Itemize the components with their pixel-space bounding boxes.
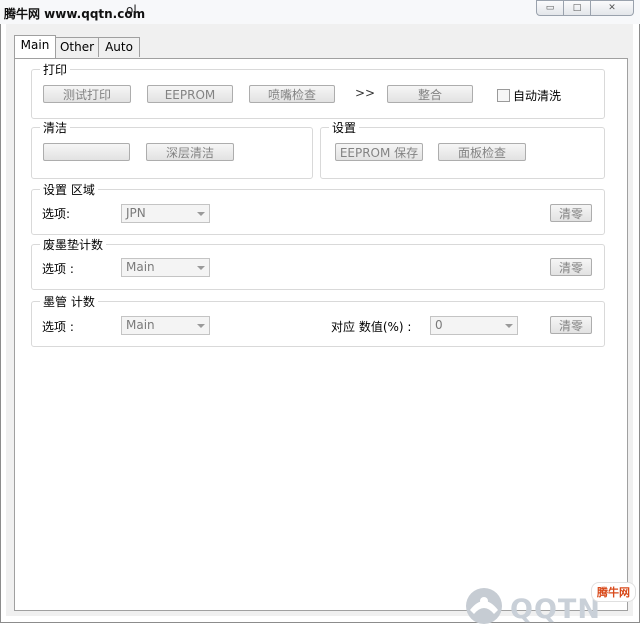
close-button[interactable]: ✕ — [591, 0, 634, 16]
ink-tube-option-label: 选项 : — [42, 320, 74, 334]
logo-badge: 腾牛网 — [591, 582, 636, 602]
ink-tube-value-label: 对应 数值(%) : — [331, 320, 412, 334]
ink-tube-group-title: 墨管 计数 — [40, 293, 98, 310]
close-icon: ✕ — [608, 3, 616, 13]
print-group: 打印 测试打印 EEPROM 喷嘴检查 >> 整合 自动清洗 — [31, 61, 605, 119]
tab-auto[interactable]: Auto — [98, 37, 140, 57]
test-print-button[interactable]: 测试打印 — [43, 85, 131, 103]
ink-tube-group: 墨管 计数 选项 : Main 对应 数值(%) : 0 清零 — [31, 293, 605, 347]
qqtn-logo: QQTN 腾牛网 — [458, 580, 640, 625]
watermark-text: 腾牛网 www.qqtn.com — [4, 7, 146, 21]
deep-clean-button[interactable]: 深层清洁 — [146, 143, 234, 161]
chevron-down-icon — [505, 324, 513, 328]
region-reset-button[interactable]: 清零 — [550, 204, 592, 222]
tab-main[interactable]: Main — [14, 35, 56, 58]
chevron-down-icon — [197, 212, 205, 216]
auto-clean-label: 自动清洗 — [513, 89, 562, 103]
arrow-label: >> — [355, 86, 376, 100]
clean-group: 清洁 深层清洁 — [31, 119, 313, 179]
eeprom-button[interactable]: EEPROM — [147, 85, 233, 103]
eeprom-save-button[interactable]: EEPROM 保存 — [335, 143, 423, 161]
region-select[interactable]: JPN — [121, 204, 210, 223]
print-group-title: 打印 — [40, 61, 71, 78]
settings-group: 设置 EEPROM 保存 面板检查 — [320, 119, 605, 179]
waste-ink-group-title: 废墨垫计数 — [40, 236, 107, 253]
tab-other[interactable]: Other — [54, 37, 100, 57]
region-group-title: 设置 区域 — [40, 181, 98, 198]
chevron-down-icon — [197, 266, 205, 270]
nozzle-check-button[interactable]: 喷嘴检查 — [249, 85, 335, 103]
ink-tube-select[interactable]: Main — [121, 316, 210, 335]
maximize-icon: □ — [572, 3, 582, 13]
logo-word: QQTN — [510, 594, 601, 625]
waste-ink-reset-button[interactable]: 清零 — [550, 258, 592, 276]
blank-clean-button[interactable] — [43, 143, 130, 161]
waste-ink-option-label: 选项 : — [42, 262, 74, 276]
waste-ink-group: 废墨垫计数 选项 : Main 清零 — [31, 236, 605, 290]
title-bar: 腾牛网 www.qqtn.com ol ▭ □ ✕ — [0, 0, 640, 24]
tab-panel-main: 打印 测试打印 EEPROM 喷嘴检查 >> 整合 自动清洗 清洁 深层清洁 设… — [14, 58, 628, 611]
client-area: Main Other Auto 打印 测试打印 EEPROM 喷嘴检查 >> 整… — [6, 24, 633, 616]
settings-group-title: 设置 — [329, 119, 360, 136]
waste-ink-select[interactable]: Main — [121, 258, 210, 277]
window-title: ol — [126, 3, 137, 17]
window-frame: Main Other Auto 打印 测试打印 EEPROM 喷嘴检查 >> 整… — [0, 24, 640, 623]
auto-clean-checkbox[interactable] — [497, 89, 510, 102]
ink-tube-value-select[interactable]: 0 — [430, 316, 518, 335]
integrate-button[interactable]: 整合 — [387, 85, 473, 103]
region-option-label: 选项: — [42, 207, 71, 221]
chevron-down-icon — [197, 324, 205, 328]
maximize-button[interactable]: □ — [564, 0, 591, 16]
ink-tube-reset-button[interactable]: 清零 — [550, 316, 592, 334]
minimize-icon: ▭ — [545, 3, 555, 13]
minimize-button[interactable]: ▭ — [536, 0, 564, 16]
panel-check-button[interactable]: 面板检查 — [438, 143, 526, 161]
logo-emblem-icon — [466, 588, 502, 624]
clean-group-title: 清洁 — [40, 119, 71, 136]
window-controls: ▭ □ ✕ — [536, 0, 634, 16]
region-group: 设置 区域 选项: JPN 清零 — [31, 181, 605, 235]
